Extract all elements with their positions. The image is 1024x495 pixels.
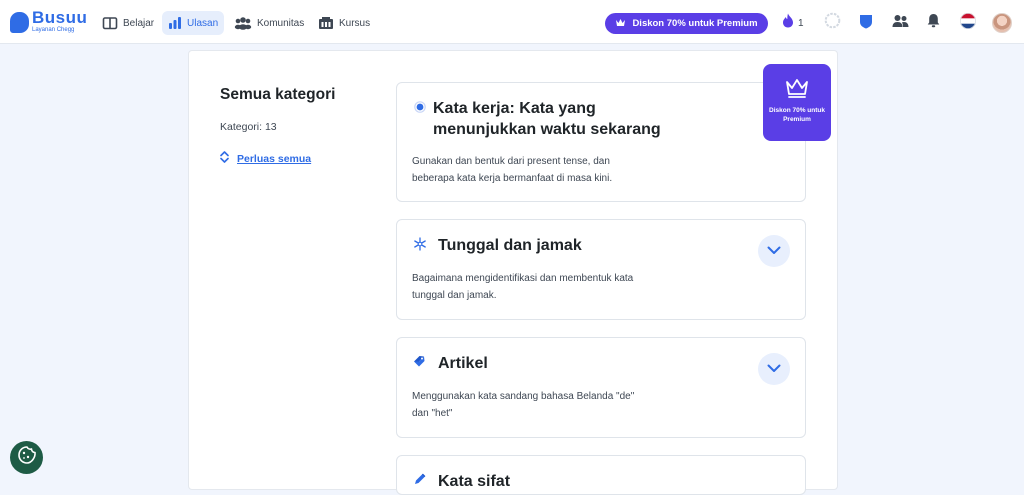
nav-item-belajar[interactable]: Belajar: [96, 11, 160, 35]
shield-button[interactable]: [859, 13, 873, 33]
premium-discount-badge[interactable]: Diskon 70% untuk Premium: [763, 64, 831, 141]
busuu-logo[interactable]: Busuu Layanan Chegg: [8, 8, 88, 37]
brand-tagline: Layanan Chegg: [32, 27, 75, 33]
premium-discount-badge-label: Diskon 70% untuk Premium: [769, 107, 825, 123]
category-card-articles[interactable]: Artikel Menggunakan kata sandang bahasa …: [396, 337, 806, 438]
chevron-down-icon: [767, 360, 781, 378]
premium-discount-label: Diskon 70% untuk Premium: [632, 18, 758, 29]
premium-discount-button[interactable]: Diskon 70% untuk Premium: [605, 13, 768, 34]
brand-name: Busuu: [32, 8, 88, 27]
category-description-line2: beberapa kata kerja bermanfaat di masa k…: [412, 173, 613, 184]
nav-label-komunitas: Komunitas: [257, 17, 305, 29]
streak-counter[interactable]: 1: [782, 13, 804, 33]
language-selector[interactable]: [960, 12, 976, 34]
busuu-logo-mark: [10, 12, 29, 33]
notifications-button[interactable]: [927, 13, 940, 33]
crown-icon: [615, 18, 626, 30]
daily-progress-ring[interactable]: [824, 12, 841, 34]
snowflake-icon: [413, 237, 427, 256]
category-description: Bagaimana mengidentifikasi dan membentuk…: [412, 273, 634, 284]
category-count: Kategori: 13: [220, 121, 277, 133]
chevron-down-icon: [767, 242, 781, 260]
top-navigation-bar: Busuu Layanan Chegg Belajar Ulasan Komun…: [0, 0, 1024, 44]
friends-button[interactable]: [892, 13, 909, 33]
bell-icon: [927, 13, 940, 33]
category-title-line2: menunjukkan waktu sekarang: [433, 121, 661, 138]
shield-icon: [859, 13, 873, 34]
category-card-singular-plural[interactable]: Tunggal dan jamak Bagaimana mengidentifi…: [396, 219, 806, 320]
courses-icon: [318, 16, 334, 30]
flame-icon: [782, 13, 794, 33]
crown-icon: [785, 78, 809, 103]
category-title: Kata kerja: Kata yang: [433, 100, 596, 117]
category-card-present-tense[interactable]: Kata kerja: Kata yang menunjukkan waktu …: [396, 82, 806, 202]
cookie-settings-button[interactable]: [10, 441, 43, 474]
nav-label-belajar: Belajar: [123, 17, 155, 29]
expand-chevron-button[interactable]: [758, 235, 790, 267]
category-title: Kata sifat: [438, 473, 511, 490]
progress-ring-icon: [824, 12, 841, 34]
category-title: Tunggal dan jamak: [438, 237, 582, 254]
category-description-line2: dan "het": [412, 408, 453, 419]
streak-count: 1: [798, 17, 804, 29]
nav-label-ulasan: Ulasan: [187, 17, 219, 29]
book-icon: [102, 16, 118, 30]
radio-dot-icon: [414, 100, 426, 118]
nav-item-kursus[interactable]: Kursus: [312, 11, 376, 35]
category-description-line2: tunggal dan jamak.: [412, 290, 497, 301]
expand-all-label: Perluas semua: [237, 152, 312, 165]
cookie-icon: [17, 445, 37, 470]
dutch-flag-icon: [960, 12, 976, 34]
nav-label-kursus: Kursus: [339, 17, 371, 29]
pencil-icon: [413, 472, 427, 491]
sidebar-title: Semua kategori: [220, 86, 336, 103]
expand-chevron-button[interactable]: [758, 353, 790, 385]
expand-toggle-icon: [220, 151, 229, 166]
friends-icon: [892, 14, 909, 33]
nav-item-ulasan[interactable]: Ulasan: [162, 11, 225, 35]
avatar[interactable]: [992, 13, 1012, 33]
nav-item-komunitas[interactable]: Komunitas: [228, 11, 310, 35]
community-icon: [234, 16, 252, 30]
tag-icon: [413, 354, 427, 373]
expand-all-link[interactable]: Perluas semua: [220, 151, 311, 166]
category-description: Menggunakan kata sandang bahasa Belanda …: [412, 391, 635, 402]
category-card-adjectives[interactable]: Kata sifat: [396, 455, 806, 495]
category-title: Artikel: [438, 355, 488, 372]
category-description: Gunakan dan bentuk dari present tense, d…: [412, 156, 610, 167]
bar-chart-icon: [168, 16, 182, 30]
